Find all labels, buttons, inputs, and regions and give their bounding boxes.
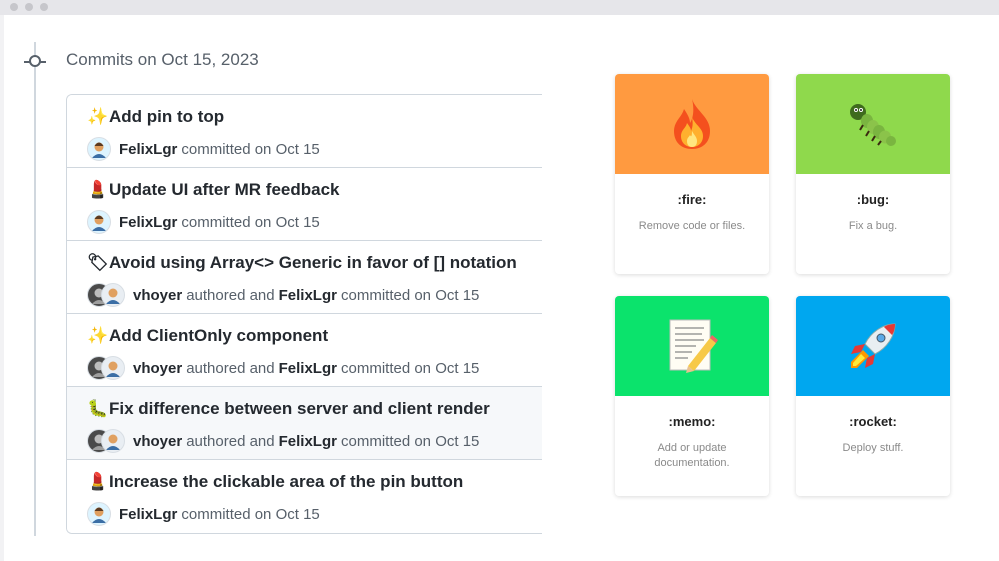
commit-title[interactable]: 🐛Fix difference between server and clien… (87, 399, 490, 419)
person-icon (106, 361, 120, 377)
window-title-bar (0, 0, 999, 15)
window-left-edge (0, 15, 4, 561)
gitmoji-swatch (796, 296, 950, 396)
commit-action-text: committed on Oct 15 (340, 359, 480, 377)
authored-text: authored and (186, 286, 275, 304)
commit-row[interactable]: ✨Add ClientOnly component vhoyer authore… (67, 314, 542, 387)
gitmoji-code: :fire: (677, 192, 707, 207)
author-link[interactable]: vhoyer (133, 360, 182, 377)
avatar-group (87, 502, 111, 526)
commits-date-heading: Commits on Oct 15, 2023 (66, 50, 259, 69)
sparkles-icon: ✨ (87, 107, 109, 126)
avatar[interactable] (101, 283, 125, 307)
commit-title[interactable]: 💄Increase the clickable area of the pin … (87, 472, 463, 492)
avatar-group (87, 283, 125, 307)
commit-message[interactable]: Increase the clickable area of the pin b… (109, 472, 463, 491)
commit-action-text: committed on Oct 15 (340, 432, 480, 450)
gitmoji-swatch (615, 296, 769, 396)
gitmoji-card-fire[interactable]: :fire: Remove code or files. (615, 74, 769, 274)
bug-icon: 🐛 (87, 399, 109, 418)
bug-icon (850, 104, 896, 146)
commit-meta: vhoyer authored and FelixLgr committed o… (87, 429, 483, 453)
commit-meta: vhoyer authored and FelixLgr committed o… (87, 356, 483, 380)
commit-row[interactable]: 💄Increase the clickable area of the pin … (67, 460, 542, 533)
avatar[interactable] (101, 356, 125, 380)
avatar[interactable] (87, 210, 111, 234)
window-control-dot[interactable] (40, 3, 48, 11)
window-control-dot[interactable] (10, 3, 18, 11)
commit-row[interactable]: ✨Add pin to top FelixLgr committed on Oc… (67, 95, 542, 168)
commit-action-text: committed on Oct 15 (181, 140, 320, 158)
gitmoji-swatch (796, 74, 950, 174)
gitmoji-card-memo[interactable]: :memo: Add or update documentation. (615, 296, 769, 496)
commit-meta: FelixLgr committed on Oct 15 (87, 137, 324, 161)
author-link[interactable]: FelixLgr (119, 214, 177, 231)
gitmoji-code: :bug: (856, 192, 890, 207)
author-link[interactable]: FelixLgr (119, 506, 177, 523)
window-control-dot[interactable] (25, 3, 33, 11)
avatar-group (87, 356, 125, 380)
author-link[interactable]: vhoyer (133, 287, 182, 304)
lipstick-icon: 💄 (87, 180, 109, 199)
commit-title[interactable]: 🏷Avoid using Array<> Generic in favor of… (87, 253, 517, 273)
gitmoji-description: Fix a bug. (848, 220, 898, 232)
avatar-group (87, 210, 111, 234)
commit-message[interactable]: Add ClientOnly component (109, 326, 328, 345)
commit-message[interactable]: Fix difference between server and client… (109, 399, 490, 418)
authored-text: authored and (186, 359, 275, 377)
committer-link[interactable]: FelixLgr (279, 287, 337, 304)
gitmoji-card-rocket[interactable]: :rocket: Deploy stuff. (796, 296, 950, 496)
commit-meta: vhoyer authored and FelixLgr committed o… (87, 283, 483, 307)
gitmoji-card-bug[interactable]: :bug: Fix a bug. (796, 74, 950, 274)
person-icon (92, 142, 106, 158)
avatar[interactable] (87, 137, 111, 161)
memo-icon (669, 319, 718, 373)
gitmoji-description: Deploy stuff. (842, 442, 904, 454)
commit-row[interactable]: 🏷Avoid using Array<> Generic in favor of… (67, 241, 542, 314)
commit-action-text: committed on Oct 15 (340, 286, 480, 304)
rocket-icon (851, 323, 896, 368)
gitmoji-description: Remove code or files. (638, 220, 746, 232)
sparkles-icon: ✨ (87, 326, 109, 345)
commit-list: ✨Add pin to top FelixLgr committed on Oc… (66, 94, 542, 534)
person-icon (106, 434, 120, 450)
lipstick-icon: 💄 (87, 472, 109, 491)
commit-message[interactable]: Add pin to top (109, 107, 224, 126)
author-link[interactable]: vhoyer (133, 433, 182, 450)
commit-title[interactable]: 💄Update UI after MR feedback (87, 180, 340, 200)
label-icon: 🏷 (87, 253, 109, 272)
gitmoji-code: :rocket: (849, 414, 897, 429)
commit-title[interactable]: ✨Add ClientOnly component (87, 326, 328, 346)
gitmoji-code: :memo: (668, 414, 716, 429)
committer-link[interactable]: FelixLgr (279, 433, 337, 450)
fire-icon (674, 99, 710, 149)
commit-title[interactable]: ✨Add pin to top (87, 107, 224, 127)
commit-meta: FelixLgr committed on Oct 15 (87, 502, 324, 526)
author-link[interactable]: FelixLgr (119, 141, 177, 158)
person-icon (92, 507, 106, 523)
person-icon (92, 215, 106, 231)
commit-row[interactable]: 🐛Fix difference between server and clien… (67, 387, 542, 460)
commit-action-text: committed on Oct 15 (181, 213, 320, 231)
gitmoji-description: Add or update documentation. (654, 442, 730, 469)
avatar-group (87, 137, 111, 161)
commit-row[interactable]: 💄Update UI after MR feedback FelixLgr co… (67, 168, 542, 241)
commit-message[interactable]: Update UI after MR feedback (109, 180, 340, 199)
commit-meta: FelixLgr committed on Oct 15 (87, 210, 324, 234)
avatar[interactable] (87, 502, 111, 526)
avatar[interactable] (101, 429, 125, 453)
gitmoji-swatch (615, 74, 769, 174)
timeline-line (34, 42, 36, 536)
committer-link[interactable]: FelixLgr (279, 360, 337, 377)
person-icon (106, 288, 120, 304)
commit-message[interactable]: Avoid using Array<> Generic in favor of … (109, 253, 517, 272)
commit-node-icon (29, 55, 41, 67)
avatar-group (87, 429, 125, 453)
authored-text: authored and (186, 432, 275, 450)
commit-action-text: committed on Oct 15 (181, 505, 320, 523)
